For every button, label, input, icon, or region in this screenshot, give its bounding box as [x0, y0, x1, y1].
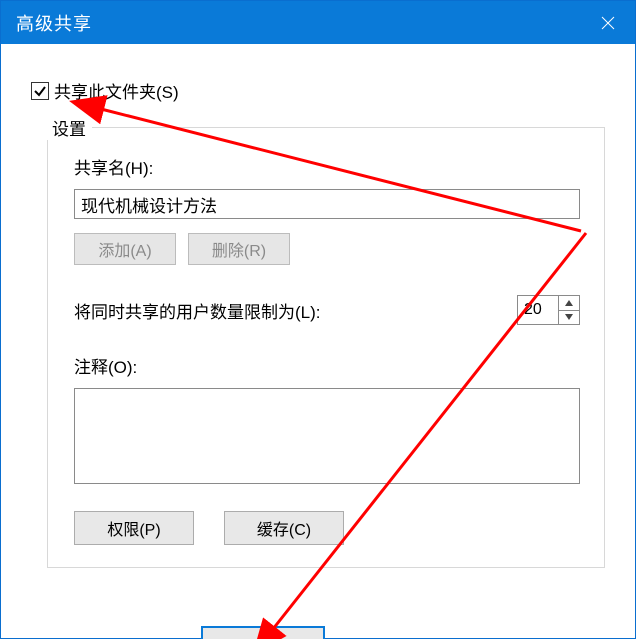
- ok-button-area: [201, 628, 321, 638]
- triangle-up-icon: [565, 300, 573, 306]
- dialog-window: 高级共享 共享此文件夹(S) 设置 共享名(H): 添加(A) 删除(R) 将同…: [0, 0, 636, 639]
- spinner-down[interactable]: [559, 310, 579, 325]
- checkbox-box: [31, 82, 49, 100]
- share-folder-label: 共享此文件夹(S): [54, 78, 179, 103]
- remove-button[interactable]: 删除(R): [188, 233, 290, 265]
- comment-textarea[interactable]: [74, 388, 580, 484]
- window-title: 高级共享: [16, 10, 92, 36]
- settings-legend: 设置: [46, 115, 92, 140]
- user-limit-row: 将同时共享的用户数量限制为(L):: [74, 295, 580, 325]
- share-name-label: 共享名(H):: [74, 154, 580, 179]
- add-button[interactable]: 添加(A): [74, 233, 176, 265]
- user-limit-spinner[interactable]: [517, 295, 580, 325]
- perm-cache-row: 权限(P) 缓存(C): [74, 511, 580, 545]
- titlebar: 高级共享: [1, 1, 635, 44]
- checkmark-icon: [33, 84, 47, 98]
- user-limit-label: 将同时共享的用户数量限制为(L):: [74, 298, 321, 323]
- spinner-arrows: [558, 296, 579, 324]
- add-remove-row: 添加(A) 删除(R): [74, 233, 580, 265]
- ok-button[interactable]: [201, 626, 325, 639]
- cache-button[interactable]: 缓存(C): [224, 511, 344, 545]
- share-name-input[interactable]: [74, 189, 580, 219]
- triangle-down-icon: [565, 314, 573, 320]
- settings-groupbox: 设置 共享名(H): 添加(A) 删除(R) 将同时共享的用户数量限制为(L):: [47, 127, 605, 568]
- permissions-button[interactable]: 权限(P): [74, 511, 194, 545]
- comment-label: 注释(O):: [74, 353, 580, 378]
- share-folder-checkbox[interactable]: 共享此文件夹(S): [31, 78, 605, 103]
- close-icon: [601, 16, 615, 30]
- dialog-body: 共享此文件夹(S) 设置 共享名(H): 添加(A) 删除(R) 将同时共享的用…: [1, 44, 635, 568]
- spinner-up[interactable]: [559, 296, 579, 310]
- user-limit-value[interactable]: [518, 296, 558, 324]
- close-button[interactable]: [581, 1, 635, 44]
